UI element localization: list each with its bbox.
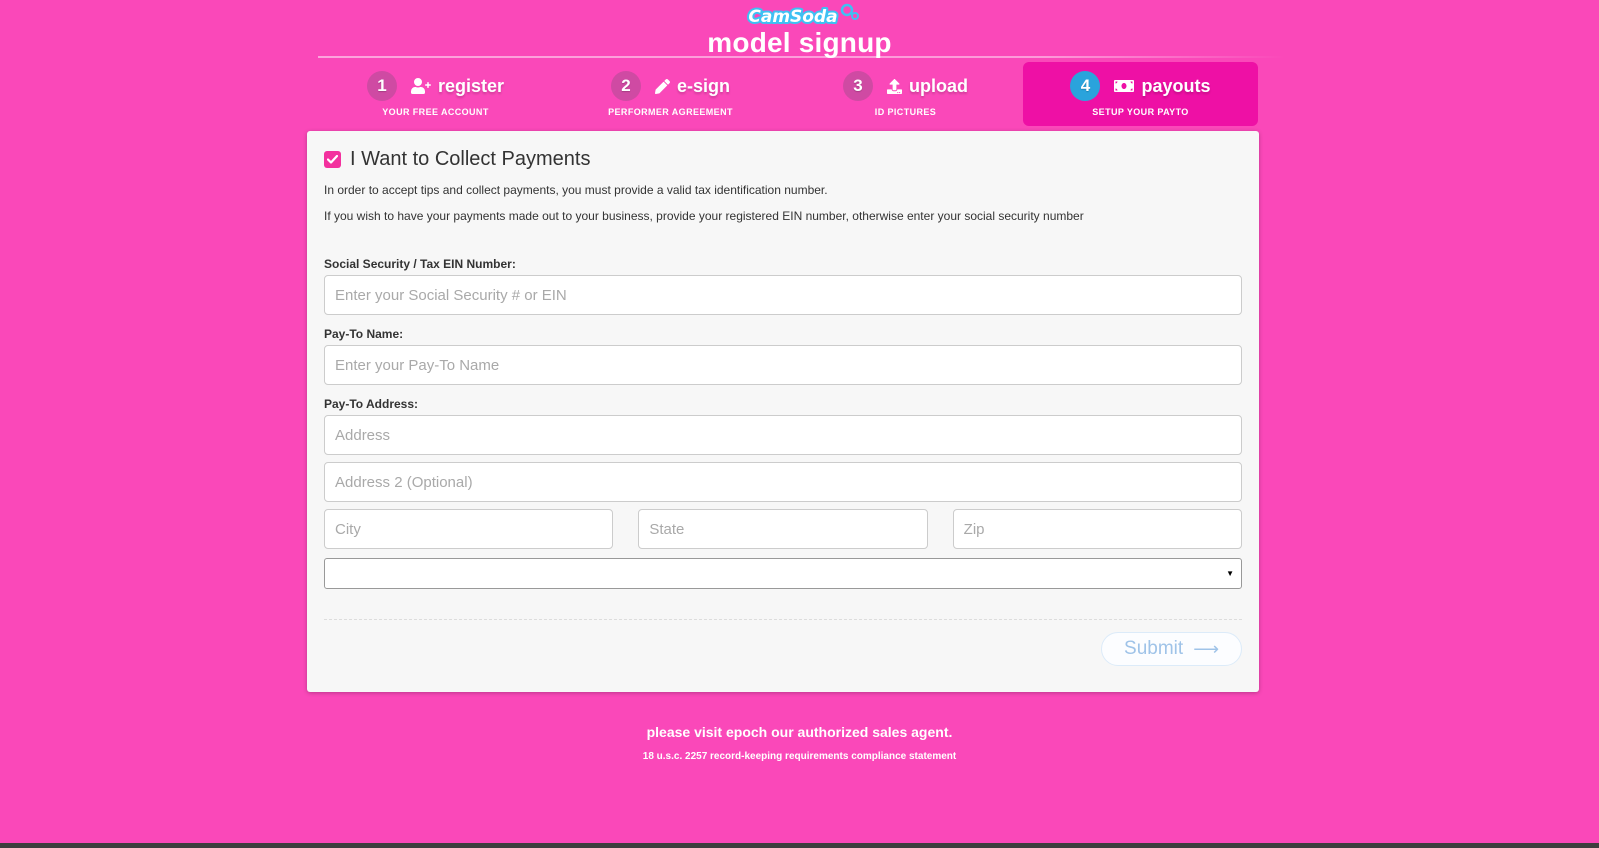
header-divider <box>318 56 1285 58</box>
ssn-label: Social Security / Tax EIN Number: <box>324 257 1242 271</box>
step-number-badge: 2 <box>611 71 641 101</box>
submit-button[interactable]: Submit ⟶ <box>1101 632 1242 666</box>
submit-button-label: Submit <box>1124 638 1183 660</box>
step-subtitle: ID PICTURES <box>875 107 936 117</box>
chevron-down-icon: ▼ <box>1226 570 1234 578</box>
address1-input[interactable] <box>324 415 1242 455</box>
step-number-badge: 3 <box>843 71 873 101</box>
upload-icon <box>887 79 902 94</box>
step-number-badge: 4 <box>1070 71 1100 101</box>
svg-text:CamSoda: CamSoda <box>748 7 837 27</box>
payto-name-input[interactable] <box>324 345 1242 385</box>
payto-address-label: Pay-To Address: <box>324 397 1242 411</box>
money-bill-icon <box>1114 78 1134 94</box>
intro-text-2: If you wish to have your payments made o… <box>324 209 1242 223</box>
step-label: register <box>438 76 504 97</box>
ssn-input[interactable] <box>324 275 1242 315</box>
bottom-bar <box>0 843 1599 848</box>
step-subtitle: SETUP YOUR PAYTO <box>1092 107 1188 117</box>
camsoda-logo: CamSoda <box>735 3 865 29</box>
step-label: e-sign <box>677 76 730 97</box>
user-plus-icon <box>411 78 431 94</box>
right-arrow-icon: ⟶ <box>1193 639 1219 660</box>
country-select[interactable]: ▼ <box>324 558 1242 589</box>
step-subtitle: YOUR FREE ACCOUNT <box>382 107 488 117</box>
step-number-badge: 1 <box>367 71 397 101</box>
step-upload[interactable]: 3 upload ID PICTURES <box>788 62 1023 126</box>
page-title: model signup <box>0 27 1599 59</box>
epoch-sales-agent-link[interactable]: please visit epoch our authorized sales … <box>0 724 1599 740</box>
collect-payments-title: I Want to Collect Payments <box>350 148 590 171</box>
header: CamSoda model signup <box>0 0 1599 59</box>
step-payouts[interactable]: 4 payouts SETUP YOUR PAYTO <box>1023 62 1258 126</box>
address2-input[interactable] <box>324 462 1242 502</box>
intro-text-1: In order to accept tips and collect paym… <box>324 183 1242 197</box>
logo-bubble-icon <box>842 5 852 15</box>
zip-input[interactable] <box>953 509 1242 549</box>
payouts-form-card: I Want to Collect Payments In order to a… <box>307 131 1259 692</box>
state-input[interactable] <box>638 509 927 549</box>
step-subtitle: PERFORMER AGREEMENT <box>608 107 733 117</box>
payto-name-label: Pay-To Name: <box>324 327 1242 341</box>
step-label: upload <box>909 76 968 97</box>
collect-payments-checkbox[interactable] <box>324 151 341 168</box>
step-register[interactable]: 1 register YOUR FREE ACCOUNT <box>318 62 553 126</box>
logo-bubble-icon <box>852 13 858 19</box>
compliance-2257-link[interactable]: 18 u.s.c. 2257 record-keeping requiremen… <box>0 751 1599 762</box>
step-esign[interactable]: 2 e-sign PERFORMER AGREEMENT <box>553 62 788 126</box>
checkmark-icon <box>327 155 338 164</box>
step-wizard: 1 register YOUR FREE ACCOUNT 2 e-sign PE… <box>318 62 1258 126</box>
form-divider <box>324 619 1242 620</box>
city-input[interactable] <box>324 509 613 549</box>
pencil-icon <box>655 79 670 94</box>
step-label: payouts <box>1141 76 1210 97</box>
